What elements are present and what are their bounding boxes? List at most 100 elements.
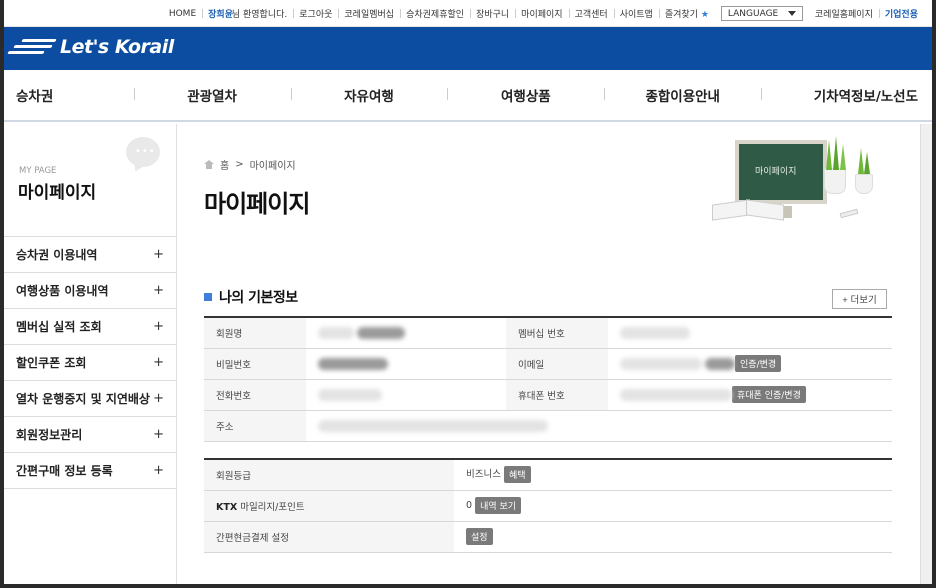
plant-leaf (840, 144, 846, 170)
sidebar: ••• MY PAGE 마이페이지 승차권 이용내역 + 여행상품 이용내역 + 멤… (4, 124, 177, 584)
logo-text: Let's Korail (60, 36, 174, 58)
grade-label: 회원등급 (204, 459, 454, 491)
sitemap-link[interactable]: 사이트맵 (613, 7, 659, 20)
language-label: LANGUAGE (727, 8, 779, 19)
main-content: 홈 > 마이페이지 마이페이지 마이페이지 나의 기본정보 + 더보기 회원명 … (177, 124, 920, 584)
section-title-text: 나의 기본정보 (219, 290, 298, 306)
book-image (712, 200, 782, 220)
sidebar-title: 마이페이지 (18, 183, 97, 203)
address-label: 주소 (204, 410, 306, 442)
plus-icon: + (153, 355, 164, 370)
sidebar-item-membership-record[interactable]: 멤버십 실적 조회 + (4, 309, 176, 345)
password-label: 비밀번호 (204, 348, 306, 380)
email-value: 인증/변경 (608, 348, 892, 380)
benefit-button[interactable]: 혜택 (504, 466, 531, 484)
breadcrumb: 홈 > 마이페이지 (204, 157, 296, 172)
mypage-link[interactable]: 마이페이지 (515, 7, 568, 20)
utility-bar: HOME 장희윤 님 환영합니다. 로그아웃 코레일멤버십 승차권제휴할인 장바… (4, 0, 932, 27)
mobile-value: 휴대폰 인증/변경 (608, 379, 892, 411)
breadcrumb-current: 마이페이지 (249, 161, 296, 172)
table-row: 주소 (204, 410, 892, 442)
home-icon (204, 160, 214, 169)
sidebar-item-label: 회원정보관리 (16, 428, 83, 442)
email-change-button[interactable]: 인증/변경 (735, 355, 782, 372)
mileage-value-cell: 0 내역 보기 (454, 490, 892, 522)
table-row: 회원등급 비즈니스 혜택 (204, 459, 892, 491)
section-title: 나의 기본정보 (204, 287, 298, 307)
main-navigation: 승차권 관광열차 자유여행 여행상품 종합이용안내 기차역정보/노선도 (4, 70, 932, 122)
favorites-label: 즐겨찾기 (664, 10, 698, 20)
sidebar-item-ticket-history[interactable]: 승차권 이용내역 + (4, 237, 176, 273)
table-row: 비밀번호 이메일 인증/변경 (204, 348, 892, 380)
table-row: KTX 마일리지/포인트 0 내역 보기 (204, 490, 892, 522)
mileage-value: 0 (466, 500, 473, 511)
chevron-down-icon (787, 11, 796, 16)
gnb-tickets[interactable]: 승차권 (4, 85, 134, 105)
plus-icon: + (153, 247, 164, 262)
membership-link[interactable]: 코레일멤버십 (338, 7, 400, 20)
mileage-label: KTX 마일리지/포인트 (204, 490, 454, 522)
breadcrumb-separator: > (235, 159, 244, 170)
logo-mark-icon (7, 38, 57, 56)
sidebar-item-label: 할인쿠폰 조회 (16, 356, 87, 370)
sidebar-item-label: 열차 운행중지 및 지연배상 (16, 392, 150, 406)
plus-icon: + (153, 391, 164, 406)
cart-link[interactable]: 장바구니 (470, 7, 515, 20)
sidebar-item-easy-purchase[interactable]: 간편구매 정보 등록 + (4, 453, 176, 489)
page-title: 마이페이지 (204, 190, 310, 218)
member-name-value (306, 317, 506, 349)
language-select[interactable]: LANGUAGE (720, 6, 803, 21)
plus-icon: + (153, 427, 164, 442)
ktx-label: KTX (216, 501, 238, 513)
email-label: 이메일 (506, 348, 608, 380)
sidebar-item-delay-compensation[interactable]: 열차 운행중지 및 지연배상 + (4, 381, 176, 417)
favorites-link[interactable]: 즐겨찾기 ★ (658, 7, 715, 20)
sidebar-header: ••• MY PAGE 마이페이지 (4, 124, 176, 237)
plant-leaf (833, 136, 839, 170)
sidebar-item-travel-history[interactable]: 여행상품 이용내역 + (4, 273, 176, 309)
customer-center-link[interactable]: 고객센터 (568, 7, 614, 20)
table-row: 간편현금결제 설정 설정 (204, 521, 892, 553)
plus-icon: + (153, 319, 164, 334)
plus-icon: + (153, 463, 164, 478)
star-icon: ★ (700, 10, 709, 20)
chalk-image (839, 208, 859, 219)
more-button[interactable]: + 더보기 (832, 289, 887, 309)
breadcrumb-home[interactable]: 홈 (220, 157, 229, 172)
plant-leaf (864, 152, 870, 174)
user-name: 장희윤 (208, 10, 233, 20)
logo-bar: Let's Korail (4, 27, 932, 70)
gnb-station-info[interactable]: 기차역정보/노선도 (761, 85, 932, 105)
korail-home-link[interactable]: 코레일홈페이지 (809, 7, 879, 20)
mypage-illustration: 마이페이지 (712, 134, 902, 229)
plant-pot-right (855, 174, 873, 194)
easypay-setting-button[interactable]: 설정 (466, 528, 493, 545)
mobile-change-button[interactable]: 휴대폰 인증/변경 (732, 386, 806, 403)
basic-info-table: 회원명 멤버십 번호 비밀번호 이메일 인증/변경 전화번호 휴대폰 번호 휴대… (204, 316, 892, 442)
membership-no-label: 멤버십 번호 (506, 317, 608, 349)
gnb-travel-products[interactable]: 여행상품 (447, 85, 604, 105)
easypay-value-cell: 설정 (454, 521, 892, 553)
square-bullet-icon (204, 293, 212, 301)
table-row: 회원명 멤버십 번호 (204, 317, 892, 349)
member-name-label: 회원명 (204, 317, 306, 349)
gnb-tour-train[interactable]: 관광열차 (133, 85, 291, 105)
history-button[interactable]: 내역 보기 (475, 497, 522, 514)
korail-logo[interactable]: Let's Korail (7, 36, 174, 58)
sidebar-item-label: 간편구매 정보 등록 (16, 464, 113, 478)
logout-link[interactable]: 로그아웃 (293, 7, 338, 20)
table-row: 전화번호 휴대폰 번호 휴대폰 인증/변경 (204, 379, 892, 411)
sidebar-item-member-info[interactable]: 회원정보관리 + (4, 417, 176, 453)
sidebar-item-label: 여행상품 이용내역 (16, 284, 109, 298)
gnb-free-travel[interactable]: 자유여행 (290, 85, 448, 105)
discount-link[interactable]: 승차권제휴할인 (400, 7, 470, 20)
gnb-guide[interactable]: 종합이용안내 (604, 85, 761, 105)
plus-icon: + (153, 283, 164, 298)
welcome-text: 님 환영합니다. (231, 10, 288, 20)
sidebar-item-coupons[interactable]: 할인쿠폰 조회 + (4, 345, 176, 381)
speech-bubble-icon: ••• (126, 137, 160, 167)
corporate-link[interactable]: 기업전용 (878, 7, 924, 20)
home-link[interactable]: HOME (163, 9, 202, 19)
plant-leaf (826, 140, 832, 170)
scrollbar[interactable] (920, 124, 932, 584)
